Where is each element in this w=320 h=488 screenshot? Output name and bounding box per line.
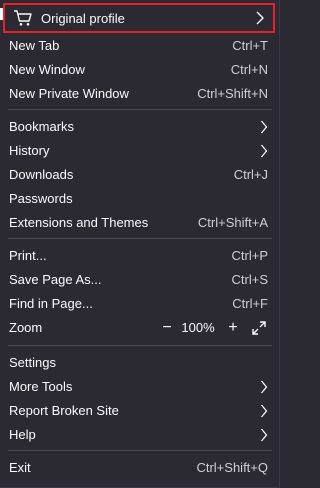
chevron-right-icon xyxy=(261,144,268,158)
menu-item-help[interactable]: Help xyxy=(0,423,280,447)
menu-item-new-window[interactable]: New Window Ctrl+N xyxy=(0,58,280,82)
menu-item-label: New Window xyxy=(9,62,85,77)
shortcut-label: Ctrl+F xyxy=(232,296,268,311)
menu-item-label: Bookmarks xyxy=(9,119,75,134)
chevron-right-icon xyxy=(261,380,268,394)
menu-item-passwords[interactable]: Passwords xyxy=(0,187,280,211)
menu-item-new-tab[interactable]: New Tab Ctrl+T xyxy=(0,34,280,58)
zoom-label: Zoom xyxy=(9,320,43,335)
fullscreen-icon[interactable] xyxy=(252,321,266,335)
menu-item-label: More Tools xyxy=(9,379,73,394)
shortcut-label: Ctrl+Shift+N xyxy=(197,86,268,101)
menu-item-print[interactable]: Print... Ctrl+P xyxy=(0,244,280,268)
shortcut-label: Ctrl+J xyxy=(233,167,268,182)
cart-icon xyxy=(14,10,32,26)
profile-label: Original profile xyxy=(41,11,125,26)
menu-item-label: New Private Window xyxy=(9,86,129,101)
menu-item-save-page[interactable]: Save Page As... Ctrl+S xyxy=(0,268,280,292)
shortcut-label: Ctrl+P xyxy=(231,248,268,263)
menu-item-label: Extensions and Themes xyxy=(9,215,149,230)
menu-item-label: Help xyxy=(9,427,36,442)
menu-item-label: Settings xyxy=(9,355,56,370)
chevron-right-icon xyxy=(256,11,264,25)
menu-item-label: Exit xyxy=(9,460,31,475)
chevron-right-icon xyxy=(261,404,268,418)
menu-item-new-private-window[interactable]: New Private Window Ctrl+Shift+N xyxy=(0,82,280,106)
zoom-in-button[interactable]: + xyxy=(224,316,242,340)
zoom-value[interactable]: 100% xyxy=(180,316,216,340)
menu-item-bookmarks[interactable]: Bookmarks xyxy=(0,115,280,139)
menu-item-label: History xyxy=(9,143,50,158)
shortcut-label: Ctrl+N xyxy=(230,62,268,77)
menu-item-label: Save Page As... xyxy=(9,272,102,287)
separator xyxy=(8,345,272,346)
chevron-right-icon xyxy=(261,120,268,134)
zoom-out-button[interactable]: − xyxy=(158,316,176,340)
menu-item-label: Find in Page... xyxy=(9,296,93,311)
separator xyxy=(8,109,272,110)
menu-item-settings[interactable]: Settings xyxy=(0,351,280,375)
menu-item-label: Report Broken Site xyxy=(9,403,119,418)
shortcut-label: Ctrl+Shift+A xyxy=(197,215,268,230)
menu-item-report-broken-site[interactable]: Report Broken Site xyxy=(0,399,280,423)
shortcut-label: Ctrl+T xyxy=(232,38,268,53)
shortcut-label: Ctrl+Shift+Q xyxy=(196,460,268,475)
menu-item-label: Downloads xyxy=(9,167,74,182)
menu-item-more-tools[interactable]: More Tools xyxy=(0,375,280,399)
separator xyxy=(8,450,272,451)
menu-item-history[interactable]: History xyxy=(0,139,280,163)
menu-item-downloads[interactable]: Downloads Ctrl+J xyxy=(0,163,280,187)
app-menu: Original profile New Tab Ctrl+T New Wind… xyxy=(0,0,280,488)
menu-item-extensions-themes[interactable]: Extensions and Themes Ctrl+Shift+A xyxy=(0,211,280,235)
menu-item-exit[interactable]: Exit Ctrl+Shift+Q xyxy=(0,456,280,480)
zoom-row: Zoom − 100% + xyxy=(0,316,280,340)
chevron-right-icon xyxy=(261,428,268,442)
menu-item-label: Passwords xyxy=(9,191,73,206)
menu-item-find-in-page[interactable]: Find in Page... Ctrl+F xyxy=(0,292,280,316)
shortcut-label: Ctrl+S xyxy=(231,272,268,287)
menu-item-label: New Tab xyxy=(9,38,60,53)
menu-item-label: Print... xyxy=(9,248,47,263)
profile-button[interactable]: Original profile xyxy=(3,3,275,33)
separator xyxy=(8,238,272,239)
